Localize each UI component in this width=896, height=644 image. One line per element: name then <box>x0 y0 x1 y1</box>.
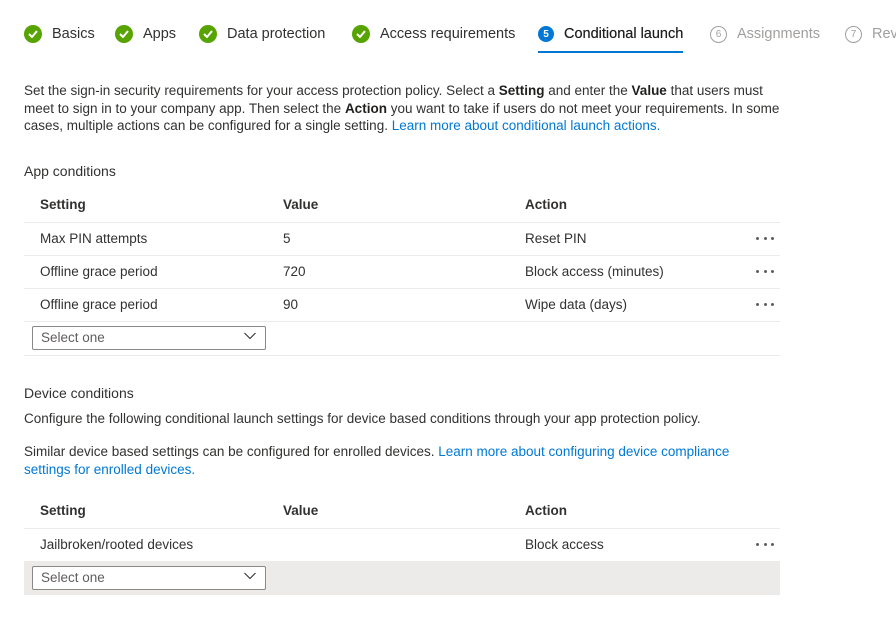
value-cell: 720 <box>283 264 306 279</box>
step-number-badge: 5 <box>538 26 554 42</box>
active-step-underline <box>538 51 684 53</box>
more-options-icon[interactable] <box>756 229 774 247</box>
check-circle-icon <box>115 25 133 43</box>
app-setting-select[interactable]: Select one <box>32 326 266 350</box>
step-data-protection[interactable]: Data protection <box>199 24 325 52</box>
table-header: Setting Value Action <box>24 495 780 529</box>
action-cell: Reset PIN <box>525 231 587 246</box>
step-assignments[interactable]: 6 Assignments <box>710 24 820 52</box>
step-apps[interactable]: Apps <box>115 24 176 52</box>
device-setting-select[interactable]: Select one <box>32 566 266 590</box>
action-cell: Wipe data (days) <box>525 297 628 312</box>
more-options-icon[interactable] <box>756 535 774 553</box>
wizard-steps: Basics Apps Data protection Access requi… <box>0 0 896 60</box>
step-label: Data protection <box>227 26 326 42</box>
step-label: Assignments <box>737 26 821 42</box>
app-conditions-title: App conditions <box>24 163 116 179</box>
check-circle-icon <box>352 25 370 43</box>
step-review[interactable]: 7 Revi <box>845 24 896 52</box>
step-number-badge: 7 <box>845 26 862 43</box>
step-label: Access requirements <box>380 26 516 42</box>
column-header-value: Value <box>283 197 319 212</box>
app-conditions-table: Setting Value Action Max PIN attempts 5 … <box>24 189 780 356</box>
setting-cell: Jailbroken/rooted devices <box>40 537 194 552</box>
step-label: Basics <box>52 26 95 42</box>
step-label: Conditional launch <box>564 26 684 42</box>
setting-cell: Offline grace period <box>40 297 158 312</box>
chevron-down-icon <box>244 332 256 340</box>
table-header: Setting Value Action <box>24 189 780 223</box>
table-row: Offline grace period 720 Block access (m… <box>24 256 780 289</box>
step-label: Revi <box>872 26 896 42</box>
step-conditional-launch[interactable]: 5 Conditional launch <box>538 24 684 53</box>
add-setting-row: Select one <box>24 562 780 595</box>
check-circle-icon <box>24 25 42 43</box>
value-cell: 5 <box>283 231 291 246</box>
table-row: Max PIN attempts 5 Reset PIN <box>24 223 780 256</box>
value-cell: 90 <box>283 297 299 312</box>
table-row: Offline grace period 90 Wipe data (days) <box>24 289 780 322</box>
column-header-action: Action <box>525 197 567 212</box>
device-conditions-title: Device conditions <box>24 385 134 401</box>
action-cell: Block access <box>525 537 604 552</box>
add-setting-row: Select one <box>24 322 780 356</box>
column-header-setting: Setting <box>40 503 86 518</box>
select-placeholder: Select one <box>41 330 105 345</box>
setting-cell: Max PIN attempts <box>40 231 148 246</box>
intro-description: Set the sign-in security requirements fo… <box>24 83 780 133</box>
select-placeholder: Select one <box>41 570 105 585</box>
device-conditions-table: Setting Value Action Jailbroken/rooted d… <box>24 495 780 595</box>
device-conditions-description: Configure the following conditional laun… <box>24 411 701 426</box>
table-row: Jailbroken/rooted devices Block access <box>24 529 780 562</box>
step-label: Apps <box>143 26 177 42</box>
learn-more-conditional-launch-link[interactable]: Learn more about conditional launch acti… <box>392 118 661 133</box>
check-circle-icon <box>199 25 217 43</box>
column-header-action: Action <box>525 503 567 518</box>
setting-cell: Offline grace period <box>40 264 158 279</box>
action-cell: Block access (minutes) <box>525 264 664 279</box>
step-basics[interactable]: Basics <box>24 24 95 52</box>
device-conditions-note: Similar device based settings can be con… <box>24 444 730 477</box>
chevron-down-icon <box>244 572 256 580</box>
more-options-icon[interactable] <box>756 295 774 313</box>
column-header-value: Value <box>283 503 319 518</box>
more-options-icon[interactable] <box>756 262 774 280</box>
column-header-setting: Setting <box>40 197 86 212</box>
step-access-requirements[interactable]: Access requirements <box>352 24 515 52</box>
step-number-badge: 6 <box>710 26 727 43</box>
